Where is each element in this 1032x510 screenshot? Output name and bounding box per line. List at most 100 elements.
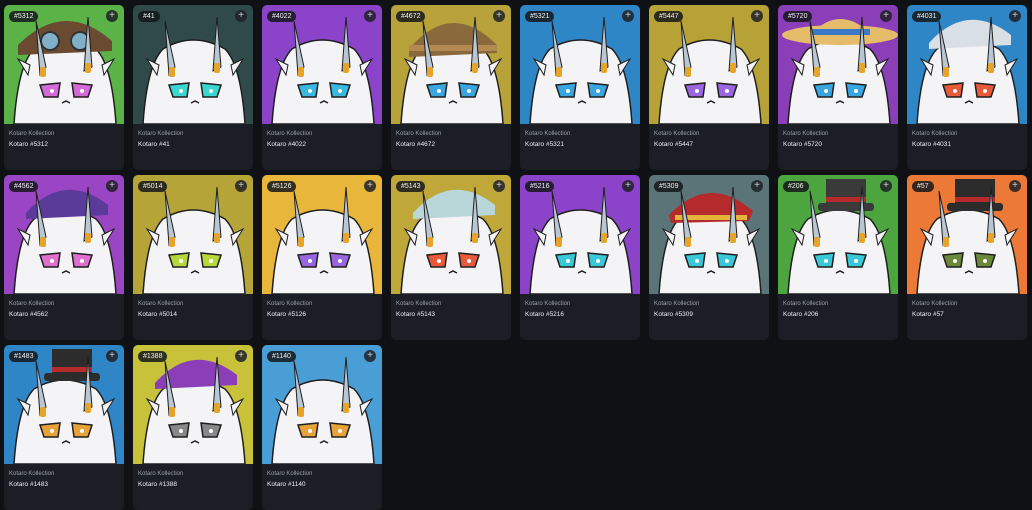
nft-artwork[interactable]: #5321 + <box>520 5 640 124</box>
nft-artwork[interactable]: #5216 + <box>520 175 640 294</box>
nft-artwork[interactable]: #1388 + <box>133 345 253 464</box>
add-to-cart-button[interactable]: + <box>493 180 505 192</box>
token-name[interactable]: Kotaro #4022 <box>267 139 377 151</box>
nft-card[interactable]: #5216 + Kotaro Kollection Kotaro #5216 <box>520 175 640 340</box>
token-id-badge: #206 <box>783 181 809 192</box>
add-to-cart-button[interactable]: + <box>235 350 247 362</box>
nft-artwork[interactable]: #4022 + <box>262 5 382 124</box>
nft-card[interactable]: #1388 + Kotaro Kollection Kotaro #1388 <box>133 345 253 510</box>
add-to-cart-button[interactable]: + <box>106 350 118 362</box>
token-id-badge: #5447 <box>654 11 684 22</box>
add-to-cart-button[interactable]: + <box>235 180 247 192</box>
plus-icon: + <box>238 180 244 191</box>
nft-artwork[interactable]: #206 + <box>778 175 898 294</box>
nft-artwork[interactable]: #1140 + <box>262 345 382 464</box>
token-name[interactable]: Kotaro #5143 <box>396 309 506 321</box>
add-to-cart-button[interactable]: + <box>106 10 118 22</box>
plus-icon: + <box>883 180 889 191</box>
collection-name: Kotaro Kollection <box>396 131 442 137</box>
nft-grid: #5312 + Kotaro Kollection Kotaro #5312 #41 +… <box>4 5 1027 510</box>
token-name[interactable]: Kotaro #4031 <box>912 139 1022 151</box>
collection-name: Kotaro Kollection <box>267 471 313 477</box>
add-to-cart-button[interactable]: + <box>751 180 763 192</box>
token-name[interactable]: Kotaro #1483 <box>9 479 119 491</box>
token-name[interactable]: Kotaro #5312 <box>9 139 119 151</box>
nft-artwork[interactable]: #4031 + <box>907 5 1027 124</box>
nft-card[interactable]: #4022 + Kotaro Kollection Kotaro #4022 <box>262 5 382 170</box>
add-to-cart-button[interactable]: + <box>622 10 634 22</box>
add-to-cart-button[interactable]: + <box>235 10 247 22</box>
nft-card[interactable]: #5126 + Kotaro Kollection Kotaro #5126 <box>262 175 382 340</box>
nft-artwork[interactable]: #5447 + <box>649 5 769 124</box>
token-id-badge: #4031 <box>912 11 942 22</box>
nft-artwork[interactable]: #57 + <box>907 175 1027 294</box>
nft-card[interactable]: #1140 + Kotaro Kollection Kotaro #1140 <box>262 345 382 510</box>
kotaro-illustration <box>520 175 640 294</box>
token-name[interactable]: Kotaro #5126 <box>267 309 377 321</box>
token-name[interactable]: Kotaro #5216 <box>525 309 635 321</box>
nft-artwork[interactable]: #5720 + <box>778 5 898 124</box>
nft-card[interactable]: #4672 + Kotaro Kollection Kotaro #4672 <box>391 5 511 170</box>
kotaro-illustration <box>4 175 124 294</box>
token-name[interactable]: Kotaro #5321 <box>525 139 635 151</box>
kotaro-illustration <box>262 175 382 294</box>
add-to-cart-button[interactable]: + <box>880 180 892 192</box>
token-id-badge: #5309 <box>654 181 684 192</box>
nft-artwork[interactable]: #5312 + <box>4 5 124 124</box>
add-to-cart-button[interactable]: + <box>880 10 892 22</box>
nft-artwork[interactable]: #41 + <box>133 5 253 124</box>
nft-card[interactable]: #5143 + Kotaro Kollection Kotaro #5143 <box>391 175 511 340</box>
token-name[interactable]: Kotaro #5309 <box>654 309 764 321</box>
nft-card[interactable]: #57 + Kotaro Kollection Kotaro #57 <box>907 175 1027 340</box>
token-name[interactable]: Kotaro #4562 <box>9 309 119 321</box>
card-meta: Kotaro Kollection Kotaro #1483 <box>4 464 124 491</box>
nft-artwork[interactable]: #5126 + <box>262 175 382 294</box>
add-to-cart-button[interactable]: + <box>1009 180 1021 192</box>
kotaro-illustration <box>778 175 898 294</box>
token-name[interactable]: Kotaro #206 <box>783 309 893 321</box>
nft-artwork[interactable]: #5309 + <box>649 175 769 294</box>
add-to-cart-button[interactable]: + <box>622 180 634 192</box>
nft-card[interactable]: #206 + Kotaro Kollection Kotaro #206 <box>778 175 898 340</box>
kotaro-illustration <box>520 5 640 124</box>
token-name[interactable]: Kotaro #1140 <box>267 479 377 491</box>
nft-card[interactable]: #5321 + Kotaro Kollection Kotaro #5321 <box>520 5 640 170</box>
plus-icon: + <box>109 180 115 191</box>
nft-artwork[interactable]: #5014 + <box>133 175 253 294</box>
token-name[interactable]: Kotaro #5447 <box>654 139 764 151</box>
kotaro-illustration <box>133 175 253 294</box>
token-name[interactable]: Kotaro #4672 <box>396 139 506 151</box>
kotaro-illustration <box>649 5 769 124</box>
token-name[interactable]: Kotaro #41 <box>138 139 248 151</box>
card-meta: Kotaro Kollection Kotaro #4031 <box>907 124 1027 151</box>
add-to-cart-button[interactable]: + <box>364 180 376 192</box>
nft-card[interactable]: #5312 + Kotaro Kollection Kotaro #5312 <box>4 5 124 170</box>
nft-artwork[interactable]: #4562 + <box>4 175 124 294</box>
nft-card[interactable]: #5014 + Kotaro Kollection Kotaro #5014 <box>133 175 253 340</box>
nft-artwork[interactable]: #5143 + <box>391 175 511 294</box>
token-id-badge: #1388 <box>138 351 168 362</box>
add-to-cart-button[interactable]: + <box>364 350 376 362</box>
token-name[interactable]: Kotaro #57 <box>912 309 1022 321</box>
plus-icon: + <box>1012 180 1018 191</box>
card-meta: Kotaro Kollection Kotaro #5720 <box>778 124 898 151</box>
nft-card[interactable]: #5720 + Kotaro Kollection Kotaro #5720 <box>778 5 898 170</box>
add-to-cart-button[interactable]: + <box>364 10 376 22</box>
add-to-cart-button[interactable]: + <box>493 10 505 22</box>
nft-artwork[interactable]: #4672 + <box>391 5 511 124</box>
nft-card[interactable]: #5309 + Kotaro Kollection Kotaro #5309 <box>649 175 769 340</box>
nft-card[interactable]: #41 + Kotaro Kollection Kotaro #41 <box>133 5 253 170</box>
token-name[interactable]: Kotaro #5720 <box>783 139 893 151</box>
add-to-cart-button[interactable]: + <box>1009 10 1021 22</box>
token-name[interactable]: Kotaro #5014 <box>138 309 248 321</box>
add-to-cart-button[interactable]: + <box>106 180 118 192</box>
add-to-cart-button[interactable]: + <box>751 10 763 22</box>
nft-card[interactable]: #4562 + Kotaro Kollection Kotaro #4562 <box>4 175 124 340</box>
nft-card[interactable]: #5447 + Kotaro Kollection Kotaro #5447 <box>649 5 769 170</box>
kotaro-illustration <box>262 345 382 464</box>
nft-card[interactable]: #1483 + Kotaro Kollection Kotaro #1483 <box>4 345 124 510</box>
nft-artwork[interactable]: #1483 + <box>4 345 124 464</box>
token-name[interactable]: Kotaro #1388 <box>138 479 248 491</box>
nft-card[interactable]: #4031 + Kotaro Kollection Kotaro #4031 <box>907 5 1027 170</box>
top-hat-brim <box>818 203 874 211</box>
